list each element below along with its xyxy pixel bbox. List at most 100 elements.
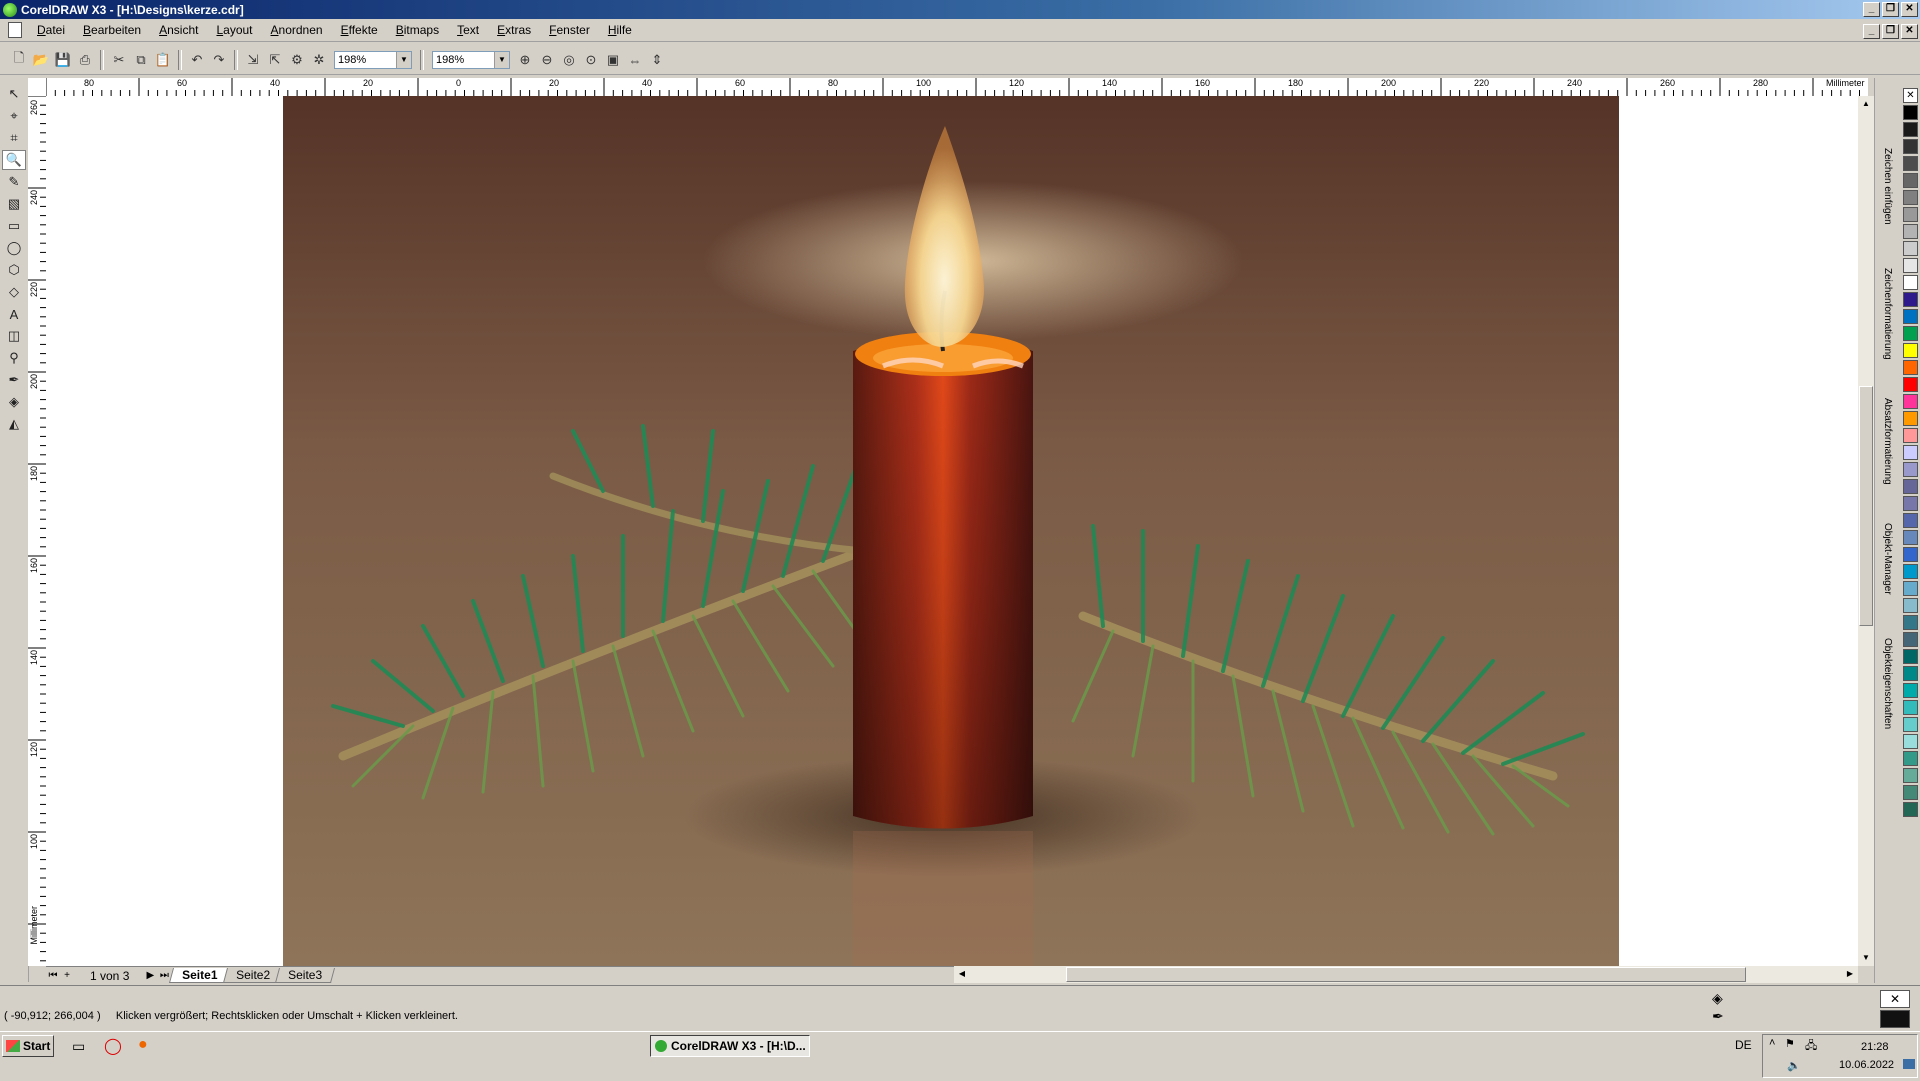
color-swatch[interactable]	[1903, 360, 1918, 375]
color-swatch[interactable]	[1903, 139, 1918, 154]
interactive-fill-icon[interactable]: ◭	[2, 414, 26, 434]
document-icon[interactable]	[8, 22, 22, 38]
zoom-page-icon[interactable]: ▣	[604, 51, 622, 69]
smart-fill-icon[interactable]: ▧	[2, 194, 26, 214]
color-swatch[interactable]	[1903, 496, 1918, 511]
color-swatch[interactable]	[1903, 632, 1918, 647]
color-swatch[interactable]	[1903, 122, 1918, 137]
color-swatch[interactable]	[1903, 768, 1918, 783]
docker-tab-absatzformatierung[interactable]: Absatzformatierung	[1877, 398, 1893, 485]
clock-date[interactable]: 10.06.2022	[1839, 1059, 1894, 1071]
maximize-button[interactable]: ❐	[1882, 2, 1899, 17]
outline-pen-icon[interactable]: ✒	[1712, 1008, 1724, 1025]
ruler-corner[interactable]	[28, 78, 47, 97]
color-swatch[interactable]	[1903, 530, 1918, 545]
color-swatch[interactable]	[1903, 394, 1918, 409]
color-swatch[interactable]	[1903, 105, 1918, 120]
menu-effekte[interactable]: Effekte	[332, 23, 387, 37]
color-swatch[interactable]	[1903, 445, 1918, 460]
color-swatch[interactable]	[1903, 700, 1918, 715]
horizontal-ruler[interactable]: 80 60 40 20 0 20 40 60 80 100 120 140 16…	[46, 78, 1868, 97]
tab-seite2[interactable]: Seite2	[222, 968, 283, 983]
zoom-out-icon[interactable]: ⊖	[538, 51, 556, 69]
color-swatch[interactable]	[1903, 309, 1918, 324]
zoom-height-icon[interactable]: ⇕	[648, 51, 666, 69]
first-page-icon[interactable]: ⏮	[46, 970, 60, 981]
scroll-up-icon[interactable]: ▲	[1858, 96, 1874, 112]
color-swatch[interactable]	[1903, 615, 1918, 630]
freehand-tool-icon[interactable]: ✎	[2, 172, 26, 192]
fill-tool-icon[interactable]: ◈	[2, 392, 26, 412]
zoom-in-icon[interactable]: ⊕	[516, 51, 534, 69]
color-swatch[interactable]	[1903, 751, 1918, 766]
menu-extras[interactable]: Extras	[488, 23, 540, 37]
horizontal-scroll-thumb[interactable]	[1066, 967, 1746, 982]
clock-time[interactable]: 21:28	[1861, 1041, 1889, 1053]
color-swatch[interactable]	[1903, 377, 1918, 392]
zoom-toolbar-select[interactable]: 198% ▼	[432, 51, 510, 69]
no-color-swatch[interactable]: ✕	[1903, 88, 1918, 103]
add-page-icon[interactable]: +	[60, 970, 74, 981]
taskbar-item-coreldraw[interactable]: CorelDRAW X3 - [H:\D...	[650, 1035, 810, 1057]
firefox-icon[interactable]: ●	[138, 1036, 148, 1054]
color-swatch[interactable]	[1903, 581, 1918, 596]
color-swatch[interactable]	[1903, 411, 1918, 426]
paste-icon[interactable]: 📋	[154, 51, 172, 69]
import-icon[interactable]: ⇲	[244, 51, 262, 69]
zoom-level-select[interactable]: 198% ▼	[334, 51, 412, 69]
color-swatch[interactable]	[1903, 683, 1918, 698]
pick-tool-icon[interactable]: ↖	[2, 84, 26, 104]
polygon-tool-icon[interactable]: ⬡	[2, 260, 26, 280]
color-swatch[interactable]	[1903, 479, 1918, 494]
color-swatch[interactable]	[1903, 785, 1918, 800]
color-swatch[interactable]	[1903, 717, 1918, 732]
color-swatch[interactable]	[1903, 224, 1918, 239]
doc-close-button[interactable]: ✕	[1901, 24, 1918, 39]
menu-datei[interactable]: Datei	[28, 23, 74, 37]
rectangle-tool-icon[interactable]: ▭	[2, 216, 26, 236]
color-swatch[interactable]	[1903, 156, 1918, 171]
menu-anordnen[interactable]: Anordnen	[262, 23, 332, 37]
close-button[interactable]: ✕	[1901, 2, 1918, 17]
color-swatch[interactable]	[1903, 598, 1918, 613]
zoom-selected-icon[interactable]: ◎	[560, 51, 578, 69]
color-swatch[interactable]	[1903, 275, 1918, 290]
vertical-scroll-thumb[interactable]	[1859, 386, 1873, 626]
shape-tool-icon[interactable]: ⌖	[2, 106, 26, 126]
network-icon[interactable]: 🖧	[1805, 1037, 1817, 1056]
speaker-icon[interactable]: 🔈	[1787, 1059, 1801, 1072]
drawing-canvas[interactable]	[46, 96, 1858, 966]
corel-online-icon[interactable]: ✲	[310, 51, 328, 69]
copy-icon[interactable]: ⧉	[132, 51, 150, 69]
next-page-icon[interactable]: ▶	[143, 970, 157, 981]
doc-minimize-button[interactable]: _	[1863, 24, 1880, 39]
fill-none-swatch[interactable]: ✕	[1880, 990, 1910, 1008]
zoom-all-icon[interactable]: ⊙	[582, 51, 600, 69]
redo-icon[interactable]: ↷	[210, 51, 228, 69]
menu-ansicht[interactable]: Ansicht	[150, 23, 207, 37]
docker-tab-zeichenformatierung[interactable]: Zeichenformatierung	[1877, 268, 1893, 360]
color-swatch[interactable]	[1903, 258, 1918, 273]
fill-icon[interactable]: ◈	[1712, 990, 1723, 1007]
vertical-ruler[interactable]: 260 240 220 200 180 160 140 120 100 Mill…	[28, 96, 47, 966]
color-swatch[interactable]	[1903, 207, 1918, 222]
desktop-icon[interactable]: ▭	[72, 1038, 85, 1055]
color-swatch[interactable]	[1903, 666, 1918, 681]
color-swatch[interactable]	[1903, 241, 1918, 256]
chevron-down-icon[interactable]: ▼	[396, 52, 411, 68]
menu-hilfe[interactable]: Hilfe	[599, 23, 641, 37]
menu-text[interactable]: Text	[448, 23, 488, 37]
basic-shapes-icon[interactable]: ◇	[2, 282, 26, 302]
cut-icon[interactable]: ✂	[110, 51, 128, 69]
vertical-scrollbar[interactable]: ▲ ▼	[1858, 96, 1874, 966]
scroll-right-icon[interactable]: ▶	[1842, 966, 1858, 982]
menu-bitmaps[interactable]: Bitmaps	[387, 23, 448, 37]
zoom-tool-icon[interactable]: 🔍	[2, 150, 26, 170]
tab-seite3[interactable]: Seite3	[274, 968, 335, 983]
eyedropper-tool-icon[interactable]: ⚲	[2, 348, 26, 368]
text-tool-icon[interactable]: A	[2, 304, 26, 324]
show-desktop-icon[interactable]	[1903, 1059, 1915, 1069]
color-swatch[interactable]	[1903, 292, 1918, 307]
color-swatch[interactable]	[1903, 462, 1918, 477]
scroll-down-icon[interactable]: ▼	[1858, 950, 1874, 966]
